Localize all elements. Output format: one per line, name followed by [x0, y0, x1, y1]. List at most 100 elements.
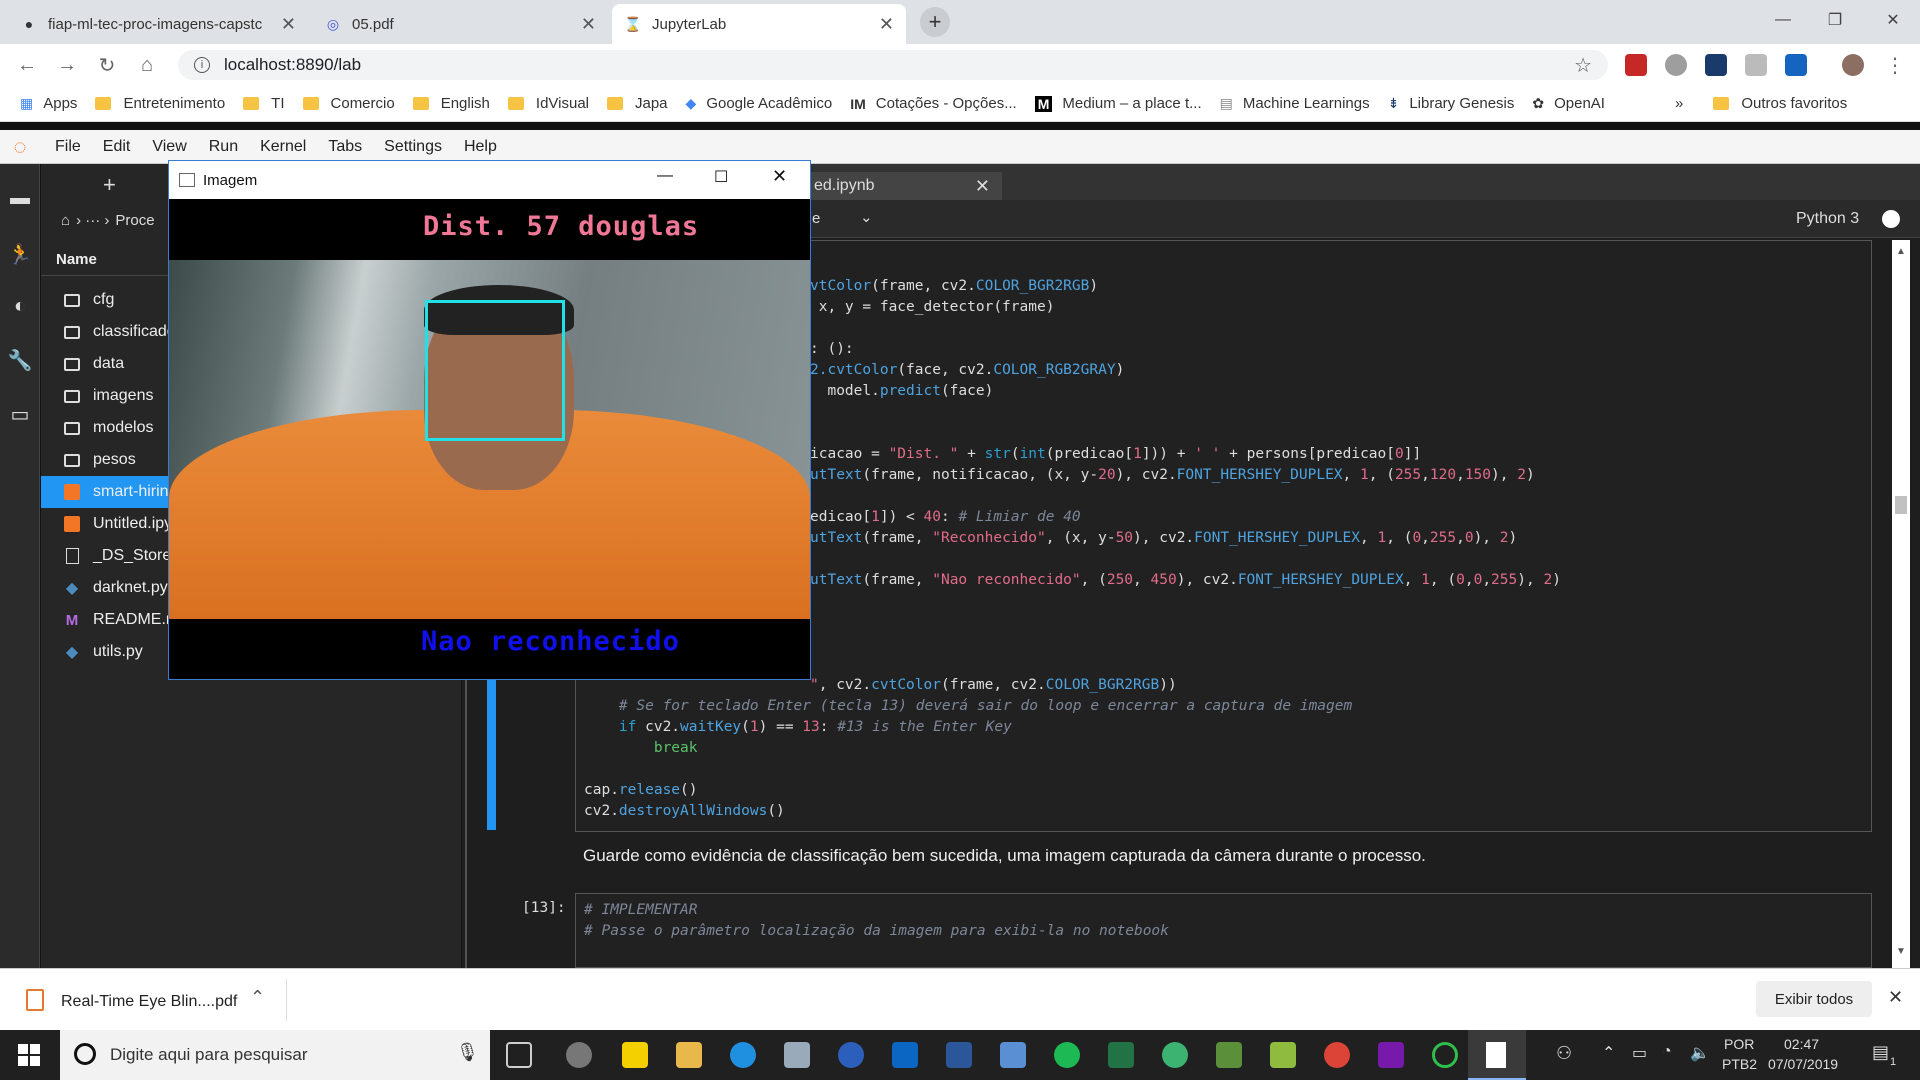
edge-icon[interactable] [730, 1042, 756, 1068]
maximize-icon[interactable]: ❐ [1812, 0, 1858, 40]
scroll-down-icon[interactable]: ▼ [1896, 946, 1906, 957]
extension-news-icon[interactable] [1705, 54, 1727, 76]
anaconda-icon[interactable] [1270, 1042, 1296, 1068]
download-filename[interactable]: Real-Time Eye Blin....pdf [61, 993, 237, 1011]
close-icon[interactable]: ✕ [879, 14, 894, 35]
bookmark-comercio[interactable]: Comercio [302, 95, 395, 112]
bookmark-machine-learnings[interactable]: ▤ Machine Learnings [1220, 95, 1370, 112]
task-view-icon[interactable] [506, 1042, 532, 1068]
minimize-icon[interactable]: — [1760, 0, 1806, 40]
browser-tab-github[interactable]: ● fiap-ml-tec-proc-imagens-capstc ✕ [8, 4, 308, 44]
bookmark-library-genesis[interactable]: ⇟ Library Genesis [1388, 95, 1515, 112]
menu-file[interactable]: File [55, 138, 81, 156]
home-icon[interactable]: ⌂ [61, 212, 70, 229]
menu-edit[interactable]: Edit [103, 138, 131, 156]
outlook-icon[interactable] [892, 1042, 918, 1068]
bookmark-apps[interactable]: ▦ Apps [20, 95, 77, 112]
menu-tabs[interactable]: Tabs [328, 138, 362, 156]
code-cell-13[interactable]: # IMPLEMENTAR # Passe o parâmetro locali… [575, 893, 1872, 968]
volume-icon[interactable]: 🔈 [1690, 1043, 1710, 1063]
bookmark-japa[interactable]: Japa [607, 95, 668, 112]
bookmark-ti[interactable]: TI [243, 95, 285, 112]
forward-icon[interactable]: → [54, 52, 80, 78]
back-icon[interactable]: ← [14, 52, 40, 78]
clock-time[interactable]: 02:47 [1784, 1036, 1819, 1052]
avatar[interactable] [1842, 54, 1864, 76]
menu-run[interactable]: Run [209, 138, 238, 156]
sticky-notes-icon[interactable] [622, 1042, 648, 1068]
scroll-up-icon[interactable]: ▲ [1896, 246, 1906, 257]
running-icon[interactable]: 🏃 [8, 242, 33, 266]
chevron-up-icon[interactable]: ⌃ [250, 987, 265, 1008]
atom-icon[interactable] [1162, 1042, 1188, 1068]
windows-start-icon[interactable] [18, 1044, 40, 1066]
bookmark-idvisual[interactable]: IdVisual [507, 95, 589, 112]
settings-gear-icon[interactable] [566, 1042, 592, 1068]
spinner-app-icon[interactable] [1432, 1042, 1458, 1068]
kernel-name[interactable]: Python 3 [1796, 210, 1859, 228]
file-explorer-icon[interactable] [676, 1042, 702, 1068]
bookmark-google-academico[interactable]: ◆ Google Acadêmico [686, 95, 833, 112]
address-bar[interactable]: i localhost:8890/lab ☆ [178, 50, 1608, 80]
close-icon[interactable]: ✕ [975, 176, 990, 197]
show-all-downloads-button[interactable]: Exibir todos [1756, 981, 1872, 1017]
onenote-icon[interactable] [1378, 1042, 1404, 1068]
battery-icon[interactable]: ▭ [1632, 1043, 1647, 1063]
minimize-icon[interactable]: — [657, 167, 673, 185]
palette-icon[interactable]: ◐ [8, 294, 32, 318]
tabs-icon[interactable]: ▭ [8, 402, 32, 426]
breadcrumb-current[interactable]: Proce [115, 212, 154, 229]
cell-type-select[interactable]: e [812, 210, 820, 227]
notebook-tab[interactable]: ed.ipynb ✕ [802, 172, 1002, 200]
active-app-indicator[interactable] [1468, 1030, 1526, 1080]
scrollbar-thumb[interactable] [1895, 496, 1907, 514]
bookmark-english[interactable]: English [412, 95, 490, 112]
extension-chart-icon[interactable] [1785, 54, 1807, 76]
wifi-icon[interactable]: ◔ [1662, 1043, 1672, 1061]
keyboard-layout[interactable]: PTB2 [1722, 1056, 1757, 1072]
chevron-up-icon[interactable]: ⌃ [1602, 1043, 1615, 1063]
menu-settings[interactable]: Settings [384, 138, 442, 156]
menu-view[interactable]: View [152, 138, 186, 156]
language-code[interactable]: POR [1724, 1036, 1754, 1052]
bookmarks-overflow[interactable]: » [1675, 95, 1683, 112]
extension-pocket-icon[interactable] [1625, 54, 1647, 76]
maximize-icon[interactable]: ☐ [714, 167, 728, 187]
extension-gear-icon[interactable] [1665, 54, 1687, 76]
opencv-image-window[interactable]: Imagem — ☐ ✕ Dist. 57 douglas Nao reconh… [168, 160, 811, 680]
cv-window-titlebar[interactable]: Imagem — ☐ ✕ [169, 161, 810, 199]
wrench-icon[interactable]: 🔧 [8, 348, 33, 372]
app-icon[interactable] [784, 1042, 810, 1068]
menu-dots-icon[interactable]: ⋮ [1882, 52, 1908, 78]
rstudio-icon[interactable] [838, 1042, 864, 1068]
folder-icon[interactable]: ▬ [8, 186, 32, 210]
word-icon[interactable] [946, 1042, 972, 1068]
close-icon[interactable]: ✕ [281, 14, 296, 35]
chevron-down-icon[interactable]: ⌄ [860, 208, 873, 226]
extension-screen-icon[interactable] [1745, 54, 1767, 76]
close-window-icon[interactable]: ✕ [1870, 0, 1916, 40]
menu-help[interactable]: Help [464, 138, 497, 156]
new-launcher-button[interactable]: + [103, 172, 116, 198]
close-icon[interactable]: ✕ [581, 14, 596, 35]
spotify-icon[interactable] [1054, 1042, 1080, 1068]
bookmark-star-icon[interactable]: ☆ [1574, 53, 1592, 78]
close-icon[interactable]: ✕ [1888, 987, 1903, 1008]
excel-icon[interactable] [1108, 1042, 1134, 1068]
menu-kernel[interactable]: Kernel [260, 138, 306, 156]
people-icon[interactable]: ⚇ [1556, 1043, 1572, 1064]
chrome-icon[interactable] [1324, 1042, 1350, 1068]
notification-center-icon[interactable]: ▤ [1872, 1042, 1889, 1063]
snip-icon[interactable] [1000, 1042, 1026, 1068]
bookmark-openai[interactable]: ✿ OpenAI [1532, 95, 1605, 112]
bookmark-outros-favoritos[interactable]: Outros favoritos [1713, 95, 1847, 112]
taskbar-search-box[interactable]: Digite aqui para pesquisar 🎙 [60, 1030, 490, 1080]
microphone-icon[interactable]: 🎙 [456, 1042, 479, 1063]
home-icon[interactable]: ⌂ [134, 52, 160, 78]
close-icon[interactable]: ✕ [772, 166, 787, 187]
image-viewer-icon[interactable] [1216, 1042, 1242, 1068]
new-tab-button[interactable]: + [920, 7, 950, 37]
reload-icon[interactable]: ↻ [94, 52, 120, 78]
browser-tab-pdf[interactable]: ◎ 05.pdf ✕ [312, 4, 608, 44]
info-icon[interactable]: i [194, 57, 210, 73]
